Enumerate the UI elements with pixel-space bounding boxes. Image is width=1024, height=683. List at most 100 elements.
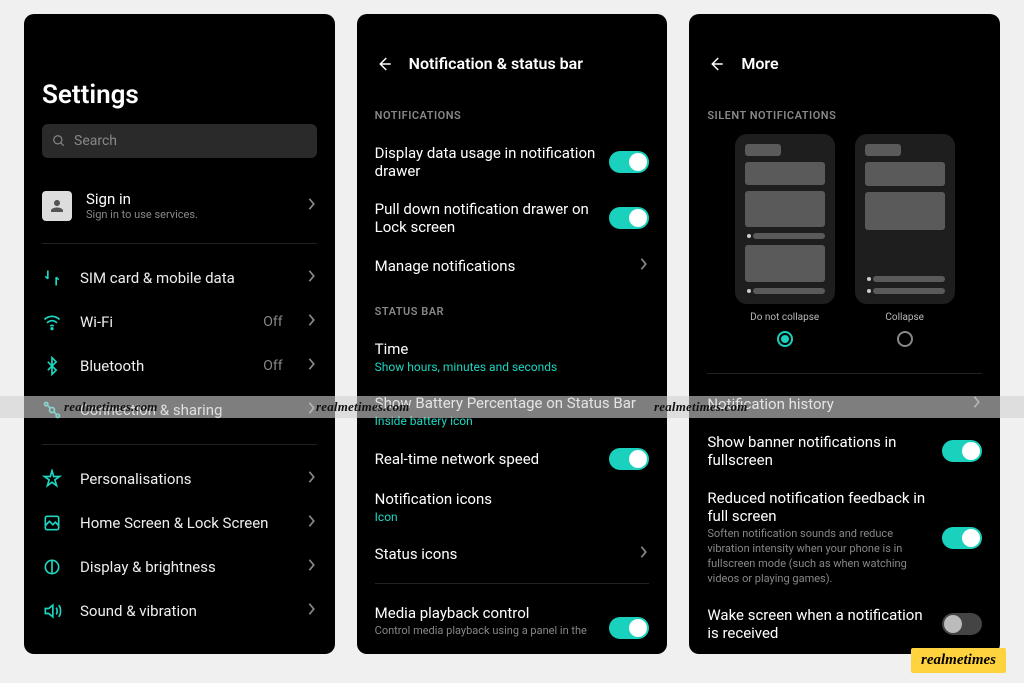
- preview-phone-graphic: [735, 134, 835, 304]
- radio-do-not-collapse[interactable]: [777, 331, 793, 347]
- row-label: Media playback control: [375, 604, 598, 622]
- search-input[interactable]: Search: [42, 124, 317, 158]
- row-label: Status icons: [375, 545, 628, 563]
- row-pull-down-lock[interactable]: Pull down notification drawer on Lock sc…: [375, 190, 650, 246]
- section-label-silent: SILENT NOTIFICATIONS: [707, 109, 982, 122]
- page-title: More: [741, 54, 778, 73]
- preview-label: Do not collapse: [750, 312, 819, 323]
- row-label: Manage notifications: [375, 257, 628, 275]
- chevron-right-icon: [639, 256, 649, 275]
- row-label: Time: [375, 340, 650, 358]
- divider: [375, 583, 650, 584]
- preview-do-not-collapse[interactable]: Do not collapse: [735, 134, 835, 347]
- row-label: Display & brightness: [80, 558, 289, 576]
- chevron-right-icon: [307, 470, 317, 488]
- bluetooth-icon: [42, 356, 62, 376]
- chevron-right-icon: [639, 544, 649, 563]
- row-label: Home Screen & Lock Screen: [80, 514, 289, 532]
- search-icon: [52, 134, 66, 148]
- row-wifi[interactable]: Wi-Fi Off: [42, 300, 317, 344]
- row-state: Off: [263, 314, 282, 330]
- row-data-usage[interactable]: Display data usage in notification drawe…: [375, 134, 650, 190]
- row-sub: Show hours, minutes and seconds: [375, 360, 650, 374]
- avatar-icon: [42, 191, 72, 221]
- sign-in-row[interactable]: Sign in Sign in to use services.: [42, 184, 317, 243]
- sim-icon: [42, 268, 62, 288]
- chevron-right-icon: [307, 313, 317, 331]
- phone-settings: Settings Search Sign in Sign in to use s…: [24, 14, 335, 654]
- row-label: Notification icons: [375, 490, 650, 508]
- row-network-speed[interactable]: Real-time network speed: [375, 438, 650, 480]
- row-label: Sound & vibration: [80, 602, 289, 620]
- phone-more: More SILENT NOTIFICATIONS Do not collaps…: [689, 14, 1000, 654]
- sign-in-title: Sign in: [86, 190, 198, 208]
- divider: [42, 243, 317, 244]
- row-label: SIM card & mobile data: [80, 269, 289, 287]
- divider: [42, 444, 317, 445]
- row-label: Wi-Fi: [80, 313, 245, 331]
- page-title: Settings: [42, 80, 317, 110]
- row-home-lock-screen[interactable]: Home Screen & Lock Screen: [42, 501, 317, 545]
- toggle-reduced-feedback[interactable]: [942, 527, 982, 549]
- page-title: Notification & status bar: [409, 54, 583, 73]
- toggle-data-usage[interactable]: [609, 151, 649, 173]
- nav-bar: [357, 634, 668, 648]
- row-banner-fullscreen[interactable]: Show banner notifications in fullscreen: [707, 423, 982, 479]
- row-personalisations[interactable]: Personalisations: [42, 457, 317, 501]
- preview-label: Collapse: [885, 312, 924, 323]
- toggle-pull-down[interactable]: [609, 207, 649, 229]
- row-media-playback[interactable]: Media playback control Control media pla…: [375, 594, 650, 639]
- row-label: Real-time network speed: [375, 450, 598, 468]
- row-notification-icons[interactable]: Notification icons Icon: [375, 480, 650, 534]
- row-label: Pull down notification drawer on Lock sc…: [375, 200, 598, 236]
- chevron-right-icon: [307, 196, 317, 215]
- wifi-icon: [42, 312, 62, 332]
- section-label-status-bar: STATUS BAR: [375, 305, 650, 318]
- row-status-icons[interactable]: Status icons: [375, 534, 650, 573]
- back-icon[interactable]: [375, 55, 393, 73]
- radio-collapse[interactable]: [897, 331, 913, 347]
- toggle-banner-fullscreen[interactable]: [942, 440, 982, 462]
- back-icon[interactable]: [707, 55, 725, 73]
- chevron-right-icon: [307, 514, 317, 532]
- sound-icon: [42, 601, 62, 621]
- row-label: Display data usage in notification drawe…: [375, 144, 598, 180]
- row-sim-data[interactable]: SIM card & mobile data: [42, 256, 317, 300]
- divider: [707, 373, 982, 374]
- row-bluetooth[interactable]: Bluetooth Off: [42, 344, 317, 388]
- chevron-right-icon: [307, 269, 317, 287]
- watermark-strip: realmetimes.com realmetimes.com realmeti…: [0, 396, 1024, 418]
- nav-bar: [24, 634, 335, 648]
- row-label: Reduced notification feedback in full sc…: [707, 489, 930, 525]
- row-sub: Soften notification sounds and reduce vi…: [707, 527, 930, 586]
- watermark-text: realmetimes.com: [64, 399, 158, 415]
- row-sub: Icon: [375, 510, 650, 524]
- toggle-network-speed[interactable]: [609, 448, 649, 470]
- row-reduced-feedback[interactable]: Reduced notification feedback in full sc…: [707, 479, 982, 596]
- section-label-notifications: NOTIFICATIONS: [375, 109, 650, 122]
- row-time[interactable]: Time Show hours, minutes and seconds: [375, 330, 650, 384]
- chevron-right-icon: [307, 357, 317, 375]
- realmetimes-badge: realmetimes: [911, 648, 1006, 673]
- toggle-wake-screen[interactable]: [942, 613, 982, 635]
- watermark-text: realmetimes.com: [654, 399, 748, 415]
- chevron-right-icon: [307, 602, 317, 620]
- row-state: Off: [263, 358, 282, 374]
- personalisations-icon: [42, 469, 62, 489]
- phone-notification-status-bar: Notification & status bar NOTIFICATIONS …: [357, 14, 668, 654]
- preview-collapse[interactable]: Collapse: [855, 134, 955, 347]
- row-label: Bluetooth: [80, 357, 245, 375]
- nav-bar: [689, 634, 1000, 648]
- row-sound-vibration[interactable]: Sound & vibration: [42, 589, 317, 633]
- home-screen-icon: [42, 513, 62, 533]
- row-manage-notifications[interactable]: Manage notifications: [375, 246, 650, 285]
- watermark-text: realmetimes.com: [316, 399, 410, 415]
- row-label: Show banner notifications in fullscreen: [707, 433, 930, 469]
- silent-notification-preview: Do not collapse Collapse: [707, 134, 982, 347]
- preview-phone-graphic: [855, 134, 955, 304]
- brightness-icon: [42, 557, 62, 577]
- row-display-brightness[interactable]: Display & brightness: [42, 545, 317, 589]
- search-placeholder: Search: [74, 133, 117, 149]
- chevron-right-icon: [307, 558, 317, 576]
- sign-in-sub: Sign in to use services.: [86, 208, 198, 221]
